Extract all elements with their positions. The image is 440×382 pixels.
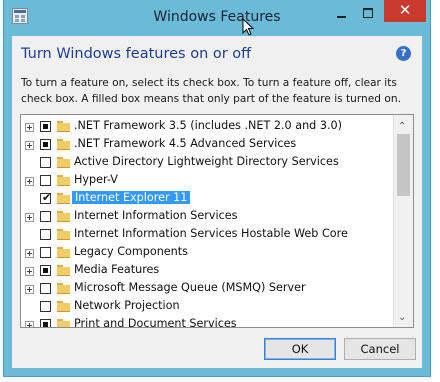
feature-checkbox[interactable] (40, 175, 51, 186)
feature-label[interactable]: Internet Information Services Hostable W… (74, 227, 348, 240)
expand-icon[interactable] (25, 267, 34, 276)
folder-icon (57, 301, 70, 312)
close-button[interactable]: ✕ (384, 0, 426, 22)
feature-row[interactable]: Network Projection (21, 298, 387, 316)
vertical-scrollbar[interactable]: ⌃ ⌄ (393, 115, 413, 327)
folder-icon (57, 157, 70, 168)
dialog-heading: Turn Windows features on or off (21, 46, 252, 62)
expand-icon[interactable] (25, 123, 34, 132)
feature-label[interactable]: .NET Framework 3.5 (includes .NET 2.0 an… (74, 119, 342, 132)
feature-label[interactable]: Network Projection (74, 299, 180, 312)
feature-checkbox[interactable] (40, 121, 51, 132)
feature-row[interactable]: .NET Framework 3.5 (includes .NET 2.0 an… (21, 118, 387, 136)
feature-row[interactable]: Active Directory Lightweight Directory S… (21, 154, 387, 172)
feature-checkbox[interactable] (40, 211, 51, 222)
folder-icon (57, 193, 70, 204)
feature-label[interactable]: Print and Document Services (74, 317, 237, 327)
folder-icon (57, 229, 70, 240)
feature-checkbox[interactable] (40, 139, 51, 150)
close-icon: ✕ (398, 1, 412, 19)
folder-icon (57, 247, 70, 258)
feature-row[interactable]: Internet Information Services Hostable W… (21, 226, 387, 244)
expand-icon[interactable] (25, 213, 34, 222)
windows-features-window: Windows Features ✕ Turn Windows features… (4, 0, 430, 376)
folder-icon (57, 121, 70, 132)
feature-label[interactable]: Legacy Components (74, 245, 188, 258)
folder-icon (57, 283, 70, 294)
feature-checkbox[interactable] (40, 301, 51, 312)
folder-icon (57, 175, 70, 186)
feature-checkbox[interactable]: ✔ (40, 191, 51, 204)
feature-row[interactable]: Internet Information Services (21, 208, 387, 226)
feature-label[interactable]: Internet Explorer 11 (72, 191, 191, 204)
feature-label[interactable]: Hyper-V (74, 173, 118, 186)
feature-row[interactable]: ✔ Internet Explorer 11 (21, 190, 387, 208)
minimize-button[interactable] (329, 4, 354, 24)
expand-icon[interactable] (25, 285, 34, 294)
help-icon[interactable]: ? (396, 46, 411, 61)
feature-label[interactable]: Active Directory Lightweight Directory S… (74, 155, 339, 168)
maximize-button[interactable] (356, 4, 381, 24)
feature-row[interactable]: Media Features (21, 262, 387, 280)
feature-checkbox[interactable] (40, 283, 51, 294)
feature-checkbox[interactable] (40, 265, 51, 276)
feature-row[interactable]: .NET Framework 4.5 Advanced Services (21, 136, 387, 154)
scrollbar-thumb[interactable] (397, 134, 410, 196)
features-tree[interactable]: .NET Framework 3.5 (includes .NET 2.0 an… (20, 114, 414, 328)
feature-checkbox[interactable] (40, 157, 51, 168)
dialog-description: To turn a feature on, select its check b… (21, 77, 401, 105)
title-bar[interactable]: Windows Features ✕ (4, 0, 430, 36)
ok-button[interactable]: OK (264, 338, 336, 360)
feature-checkbox[interactable] (40, 319, 51, 327)
folder-icon (57, 211, 70, 222)
feature-row[interactable]: Microsoft Message Queue (MSMQ) Server (21, 280, 387, 298)
folder-icon (57, 139, 70, 150)
feature-checkbox[interactable] (40, 247, 51, 258)
expand-icon[interactable] (25, 249, 34, 258)
expand-icon[interactable] (25, 177, 34, 186)
cancel-button[interactable]: Cancel (344, 338, 416, 360)
folder-icon (57, 319, 70, 327)
expand-icon[interactable] (25, 141, 34, 150)
maximize-icon (363, 8, 373, 18)
expand-icon[interactable] (25, 321, 34, 327)
feature-row[interactable]: Hyper-V (21, 172, 387, 190)
feature-label[interactable]: Microsoft Message Queue (MSMQ) Server (74, 281, 306, 294)
dialog-body: Turn Windows features on or off ? To tur… (12, 36, 422, 368)
feature-checkbox[interactable] (40, 229, 51, 240)
feature-label[interactable]: Media Features (74, 263, 159, 276)
minimize-icon (337, 16, 346, 18)
feature-label[interactable]: .NET Framework 4.5 Advanced Services (74, 137, 296, 150)
scroll-up-icon[interactable]: ⌃ (398, 121, 406, 132)
feature-row[interactable]: Legacy Components (21, 244, 387, 262)
feature-label[interactable]: Internet Information Services (74, 209, 237, 222)
mouse-cursor-icon (242, 18, 254, 36)
scroll-down-icon[interactable]: ⌄ (398, 312, 406, 323)
folder-icon (57, 265, 70, 276)
feature-row[interactable]: Print and Document Services (21, 316, 387, 327)
